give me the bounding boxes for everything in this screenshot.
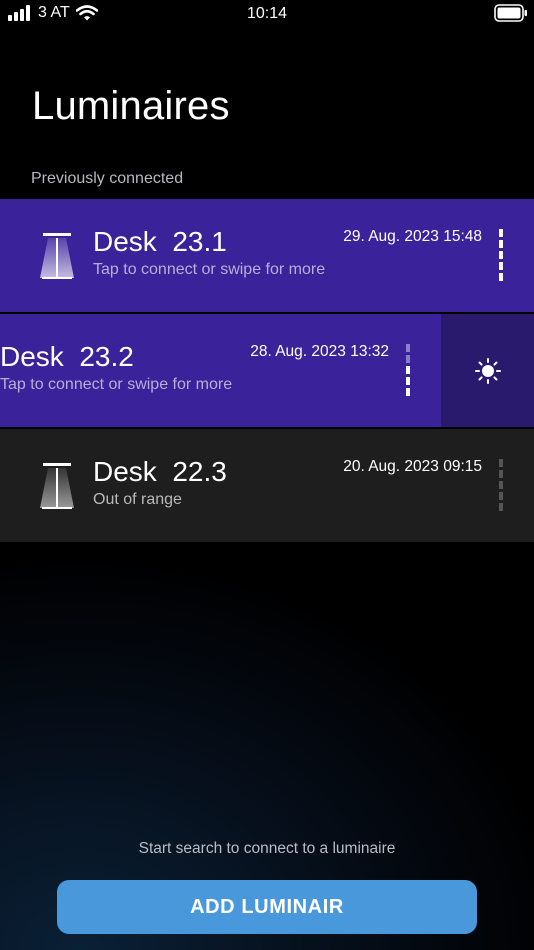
status-bar: 3 AT 10:14 [0,0,534,30]
last-connected-date: 20. Aug. 2023 09:15 [343,458,482,475]
clock: 10:14 [246,5,288,22]
luminaire-subtitle: Tap to connect or swipe for more [0,376,233,393]
luminaire-name: Desk 23.1 [93,226,227,257]
search-hint: Start search to connect to a luminaire [138,840,396,857]
luminaire-name: Desk 23.2 [0,341,134,372]
luminaire-subtitle: Out of range [93,491,182,508]
page-title: Luminaires [32,84,230,128]
more-options-icon[interactable] [499,459,503,511]
luminaire-name: Desk 22.3 [93,456,227,487]
battery-icon [494,4,527,22]
desk-lamp-icon [40,233,74,279]
luminaire-subtitle: Tap to connect or swipe for more [93,261,326,278]
luminaire-row[interactable]: Desk 23.2 Tap to connect or swipe for mo… [0,314,534,427]
add-luminaire-button[interactable]: ADD LUMINAIR [57,880,477,934]
luminaire-row[interactable]: Desk 22.3 Out of range 20. Aug. 2023 09:… [0,429,534,542]
luminaire-row[interactable]: Desk 23.1 Tap to connect or swipe for mo… [0,199,534,312]
desk-lamp-icon [40,463,74,509]
last-connected-date: 28. Aug. 2023 13:32 [250,343,389,360]
more-options-icon[interactable] [406,344,410,396]
last-connected-date: 29. Aug. 2023 15:48 [343,228,482,245]
brightness-action-button[interactable] [441,314,534,427]
section-label: Previously connected [31,170,184,187]
more-options-icon[interactable] [499,229,503,281]
brightness-icon [474,357,501,384]
